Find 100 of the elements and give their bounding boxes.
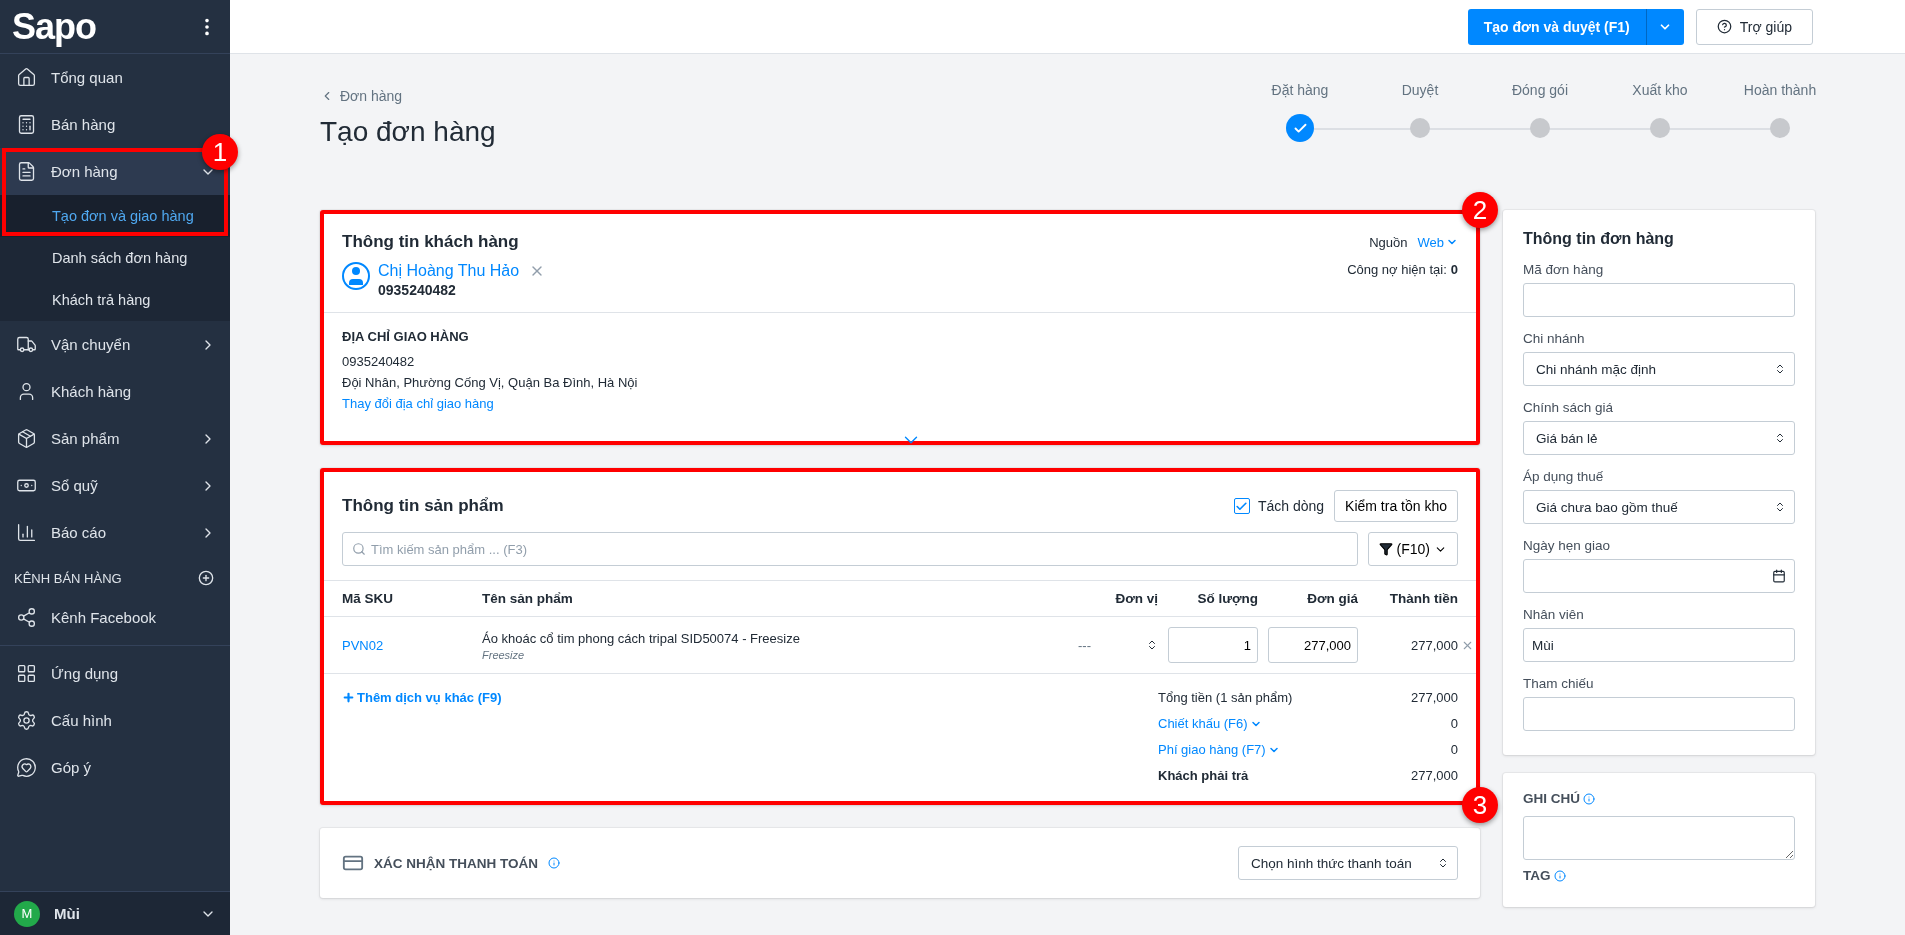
column-header: Đơn vị — [1114, 591, 1158, 606]
field-label: Chính sách giá — [1523, 400, 1615, 415]
payment-select[interactable]: Chọn hình thức thanh toán — [1238, 846, 1458, 880]
user-icon — [342, 262, 370, 290]
nav-item[interactable]: Cấu hình — [0, 697, 230, 744]
notes-title: GHI CHÚ — [1523, 791, 1580, 806]
updown-icon — [1146, 639, 1158, 651]
info-icon[interactable] — [1583, 792, 1595, 805]
card-title: Thông tin đơn hàng — [1523, 230, 1675, 248]
select-field[interactable]: Chi nhánh mặc định — [1523, 352, 1795, 386]
customer-name[interactable]: Chị Hoàng Thu Hảo — [378, 262, 520, 280]
address-phone: 0935240482 — [342, 354, 415, 369]
nav-icon — [16, 710, 37, 731]
text-input[interactable] — [1523, 283, 1795, 317]
info-icon[interactable] — [548, 857, 560, 869]
customer-phone: 0935240482 — [378, 282, 457, 298]
step-number: 2 — [1462, 192, 1498, 228]
step-label: Đặt hàng — [1271, 82, 1329, 98]
search-field[interactable]: Tìm kiếm sản phẩm ... (F3) — [342, 532, 1358, 566]
summary-dropdown[interactable]: Chiết khấu (F6) — [1158, 716, 1411, 731]
help-button[interactable]: Trợ giúp — [1695, 8, 1813, 45]
date-field[interactable] — [1523, 559, 1795, 593]
column-header: Mã SKU — [342, 591, 394, 606]
address-text: Đội Nhân, Phường Cống Vị, Quận Ba Đình, Hà Nội — [342, 375, 638, 390]
nav-item[interactable]: Kênh Facebook — [0, 594, 230, 641]
nav-item[interactable]: Khách hàng — [0, 368, 230, 415]
nav-item[interactable]: Sổ quỹ — [0, 462, 230, 509]
checkbox[interactable] — [1233, 498, 1250, 514]
step-number: 1 — [202, 134, 238, 170]
nav-item[interactable]: Góp ý — [0, 744, 230, 791]
add-service-link[interactable]: Thêm dịch vụ khác (F9) — [342, 690, 502, 705]
tag-title: TAG — [1523, 868, 1551, 883]
column-header: Số lượng — [1196, 591, 1258, 606]
nav-icon — [16, 663, 37, 684]
updown-icon — [1437, 857, 1449, 869]
source-dropdown[interactable]: Web — [1417, 234, 1458, 250]
check-stock-button[interactable]: Kiểm tra tồn kho — [1334, 490, 1458, 522]
select-field[interactable]: Giá chưa bao gồm thuế — [1523, 490, 1795, 524]
updown-icon — [1774, 432, 1786, 444]
change-address-link[interactable]: Thay đổi địa chỉ giao hàng — [342, 396, 494, 411]
nav-subitem[interactable]: Khách trả hàng — [0, 279, 230, 321]
sku-link[interactable]: PVN02 — [342, 637, 472, 653]
logo[interactable]: Sapo — [12, 5, 96, 48]
add-icon[interactable] — [198, 570, 214, 586]
summary-label: Tổng tiền (1 sản phẩm) — [1158, 690, 1294, 705]
nav-icon — [16, 522, 37, 543]
nav-icon — [16, 161, 37, 182]
nav-subitem[interactable]: Danh sách đơn hàng — [0, 237, 230, 279]
nav-item[interactable]: Sản phẩm — [0, 415, 230, 462]
create-approve-button[interactable]: Tạo đơn và duyệt (F1) — [1467, 8, 1646, 45]
nav-icon — [16, 607, 37, 628]
nav-icon — [16, 114, 37, 135]
column-header: Đơn giá — [1306, 591, 1358, 606]
column-header: Tên sản phẩm — [482, 591, 574, 606]
dropdown-button[interactable] — [1645, 8, 1684, 45]
filter-icon — [1378, 542, 1393, 556]
source-label: Nguồn — [1369, 234, 1408, 250]
nav-icon — [16, 428, 37, 449]
step-label: Hoàn thành — [1743, 82, 1817, 98]
nav-item[interactable]: Ứng dụng — [0, 650, 230, 697]
updown-icon — [1774, 363, 1786, 375]
line-total: 277,000 — [1410, 637, 1458, 653]
field-label: Nhân viên — [1523, 607, 1585, 622]
notes-input[interactable] — [1523, 816, 1795, 860]
calendar-icon[interactable] — [1772, 569, 1786, 583]
unit-select[interactable]: --- — [1068, 637, 1158, 653]
price-input[interactable]: 277,000 — [1268, 627, 1358, 663]
debt-value: 0 — [1450, 262, 1458, 277]
nav-item[interactable]: Vận chuyển — [0, 321, 230, 368]
filter-button[interactable]: (F10) — [1367, 532, 1458, 566]
text-input[interactable] — [1523, 697, 1795, 731]
info-icon[interactable] — [1553, 869, 1566, 882]
quantity-input[interactable]: 1 — [1168, 627, 1258, 663]
summary-value: 0 — [1449, 742, 1458, 757]
nav-item[interactable]: Tổng quan — [0, 54, 230, 101]
summary-value: 277,000 — [1411, 690, 1458, 705]
card-title: Thông tin sản phẩm — [342, 496, 504, 516]
breadcrumb-link[interactable]: Đơn hàng — [320, 88, 496, 104]
summary-label: Khách phải trả — [1158, 768, 1250, 783]
column-header: Thành tiền — [1388, 591, 1458, 606]
nav-item[interactable]: Báo cáo — [0, 509, 230, 556]
nav-icon — [16, 757, 37, 778]
summary-value: 0 — [1449, 716, 1458, 731]
select-field[interactable]: Giá bán lẻ — [1523, 421, 1795, 455]
debt-label: Công nợ hiện tại: — [1347, 262, 1447, 277]
text-input[interactable]: Mùi — [1523, 628, 1795, 662]
user-name: Mùi — [54, 905, 81, 922]
field-label: Áp dụng thuế — [1523, 469, 1605, 484]
product-name: Áo khoác cổ tim phong cách tripal SID50074 - Freesize — [482, 631, 800, 646]
summary-dropdown[interactable]: Phí giao hàng (F7) — [1158, 742, 1411, 757]
field-label: Tham chiếu — [1523, 676, 1595, 691]
step-number: 3 — [1462, 787, 1498, 823]
step-label: Đóng gói — [1511, 82, 1568, 98]
updown-icon — [1774, 501, 1786, 513]
variant-text: Freesize — [482, 649, 526, 661]
field-label: Mã đơn hàng — [1523, 262, 1605, 277]
field-label: Ngày hẹn giao — [1523, 538, 1612, 553]
nav-icon — [16, 334, 37, 355]
step-label: Xuất kho — [1632, 82, 1688, 98]
step-label: Duyệt — [1401, 82, 1439, 98]
